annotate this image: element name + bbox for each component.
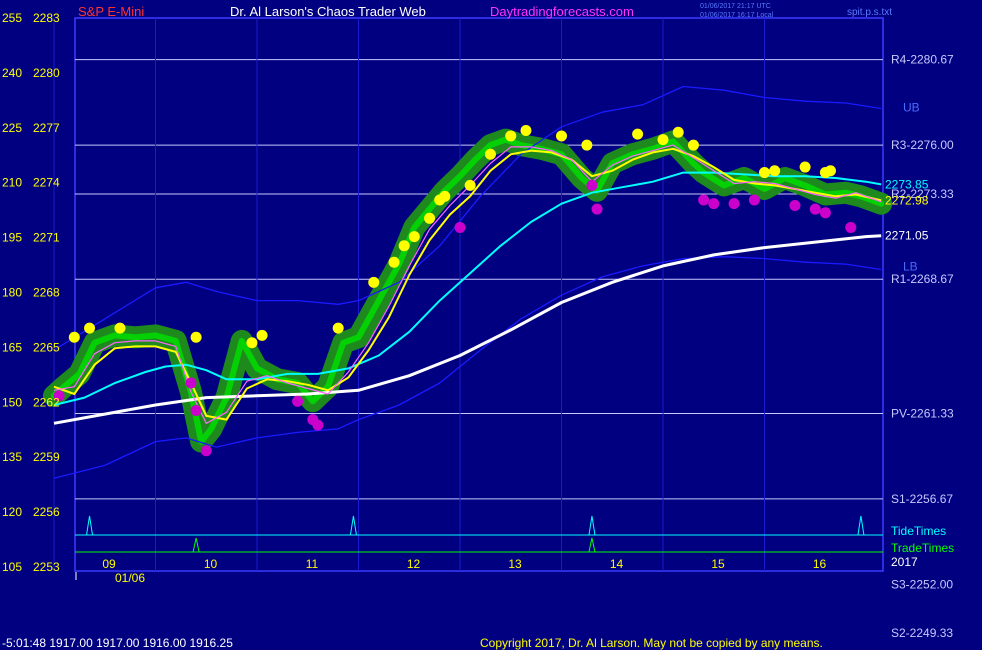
high-dot-26 [799, 161, 811, 173]
trade-times-label: TradeTimes [891, 541, 954, 555]
high-dot-22 [672, 126, 684, 138]
low-dot-6 [312, 419, 324, 431]
low-dot-1 [185, 377, 197, 389]
high-dot-9 [398, 240, 410, 252]
high-dot-17 [520, 124, 532, 136]
high-dot-4 [246, 337, 258, 349]
low-dot-15 [809, 203, 821, 215]
lower-band-label: LB [903, 260, 918, 274]
level-label-3: R1-2268.67 [891, 272, 954, 286]
y-price-6: 2265 [33, 340, 60, 354]
y-price-2: 2277 [33, 121, 60, 135]
low-dot-14 [789, 199, 801, 211]
level-label-7: S2-2249.33 [891, 626, 953, 640]
chaos-trader-chart: R4-2280.67R3-2276.00R2-2273.33R1-2268.67… [0, 0, 982, 650]
y-price-0: 2283 [33, 11, 60, 25]
price-label-0: 2273.85 [885, 177, 929, 191]
level-label-4: PV-2261.33 [891, 407, 954, 421]
hour-tick-13: 13 [508, 557, 522, 571]
low-dot-17 [845, 221, 857, 233]
price-label-1: 2272.98 [885, 193, 929, 207]
tide-times-label: TideTimes [891, 524, 946, 538]
file-name: spit.p.s.txt [847, 7, 892, 18]
year-label: 2017 [891, 555, 918, 569]
date-label: 01/06 [115, 571, 145, 585]
symbol-label: S&P E-Mini [78, 4, 144, 19]
y-price-9: 2256 [33, 505, 60, 519]
level-label-6: S3-2252.00 [891, 577, 953, 591]
level-label-0: R4-2280.67 [891, 53, 954, 67]
high-dot-2 [114, 322, 126, 334]
low-dot-4 [292, 395, 304, 407]
high-dot-11 [424, 212, 436, 224]
high-dot-20 [632, 128, 644, 140]
site-link[interactable]: Daytradingforecasts.com [490, 4, 634, 19]
timestamp-utc: 01/06/2017 21:17 UTC [700, 3, 771, 10]
level-label-5: S1-2256.67 [891, 492, 953, 506]
high-dot-24 [759, 167, 770, 179]
high-dot-28 [824, 165, 836, 177]
hour-tick-10: 10 [204, 557, 218, 571]
level-label-1: R3-2276.00 [891, 138, 954, 152]
y-index-0: 255 [2, 11, 22, 25]
low-dot-7 [454, 221, 466, 233]
y-price-1: 2280 [33, 66, 60, 80]
hour-tick-16: 16 [813, 557, 827, 571]
low-dot-9 [591, 203, 603, 215]
hour-tick-11: 11 [306, 557, 319, 571]
high-dot-16 [505, 130, 517, 142]
high-dot-10 [408, 231, 420, 243]
low-dot-2 [190, 404, 202, 416]
high-dot-6 [332, 322, 344, 334]
price-label-2: 2271.05 [885, 229, 929, 243]
low-dot-3 [200, 445, 212, 457]
y-price-10: 2253 [33, 560, 60, 574]
hour-tick-15: 15 [711, 557, 725, 571]
low-dot-16 [819, 207, 831, 219]
high-dot-0 [68, 331, 80, 343]
hour-tick-14: 14 [610, 557, 624, 571]
quote-readout: -5:01:48 1917.00 1917.00 1916.00 1916.25 [2, 636, 233, 650]
high-dot-3 [190, 331, 202, 343]
y-price-5: 2268 [33, 286, 60, 300]
hour-tick-12: 12 [407, 557, 421, 571]
y-index-1: 240 [2, 66, 22, 80]
y-index-7: 150 [2, 395, 22, 409]
y-index-2: 225 [2, 121, 22, 135]
y-index-4: 195 [2, 231, 22, 245]
high-dot-18 [556, 130, 567, 142]
y-price-7: 2262 [33, 395, 60, 409]
high-dot-13 [439, 190, 451, 202]
high-dot-25 [769, 165, 781, 177]
y-index-9: 120 [2, 505, 22, 519]
y-price-8: 2259 [33, 450, 60, 464]
y-price-3: 2274 [33, 176, 60, 190]
hour-tick-09: 09 [102, 557, 116, 571]
low-dot-8 [586, 179, 598, 191]
copyright: Copyright 2017, Dr. Al Larson. May not b… [480, 636, 823, 650]
low-dot-12 [728, 198, 740, 210]
high-dot-21 [657, 134, 669, 146]
low-dot-11 [708, 198, 720, 210]
high-dot-7 [368, 276, 380, 288]
y-index-10: 105 [2, 560, 22, 574]
high-dot-1 [84, 322, 96, 334]
high-dot-23 [687, 139, 699, 151]
high-dot-5 [256, 329, 268, 341]
y-index-5: 180 [2, 286, 22, 300]
y-index-6: 165 [2, 340, 22, 354]
chart-title: Dr. Al Larson's Chaos Trader Web [230, 4, 426, 19]
low-dot-13 [748, 194, 760, 206]
y-index-3: 210 [2, 176, 22, 190]
high-dot-19 [581, 139, 593, 151]
timestamp-local: 01/06/2017 16:17 Local [700, 12, 774, 19]
y-index-8: 135 [2, 450, 22, 464]
high-dot-8 [388, 256, 400, 268]
upper-band-label: UB [903, 101, 920, 115]
low-dot-10 [698, 194, 710, 206]
high-dot-14 [464, 179, 476, 191]
high-dot-15 [484, 148, 496, 160]
y-price-4: 2271 [33, 231, 60, 245]
